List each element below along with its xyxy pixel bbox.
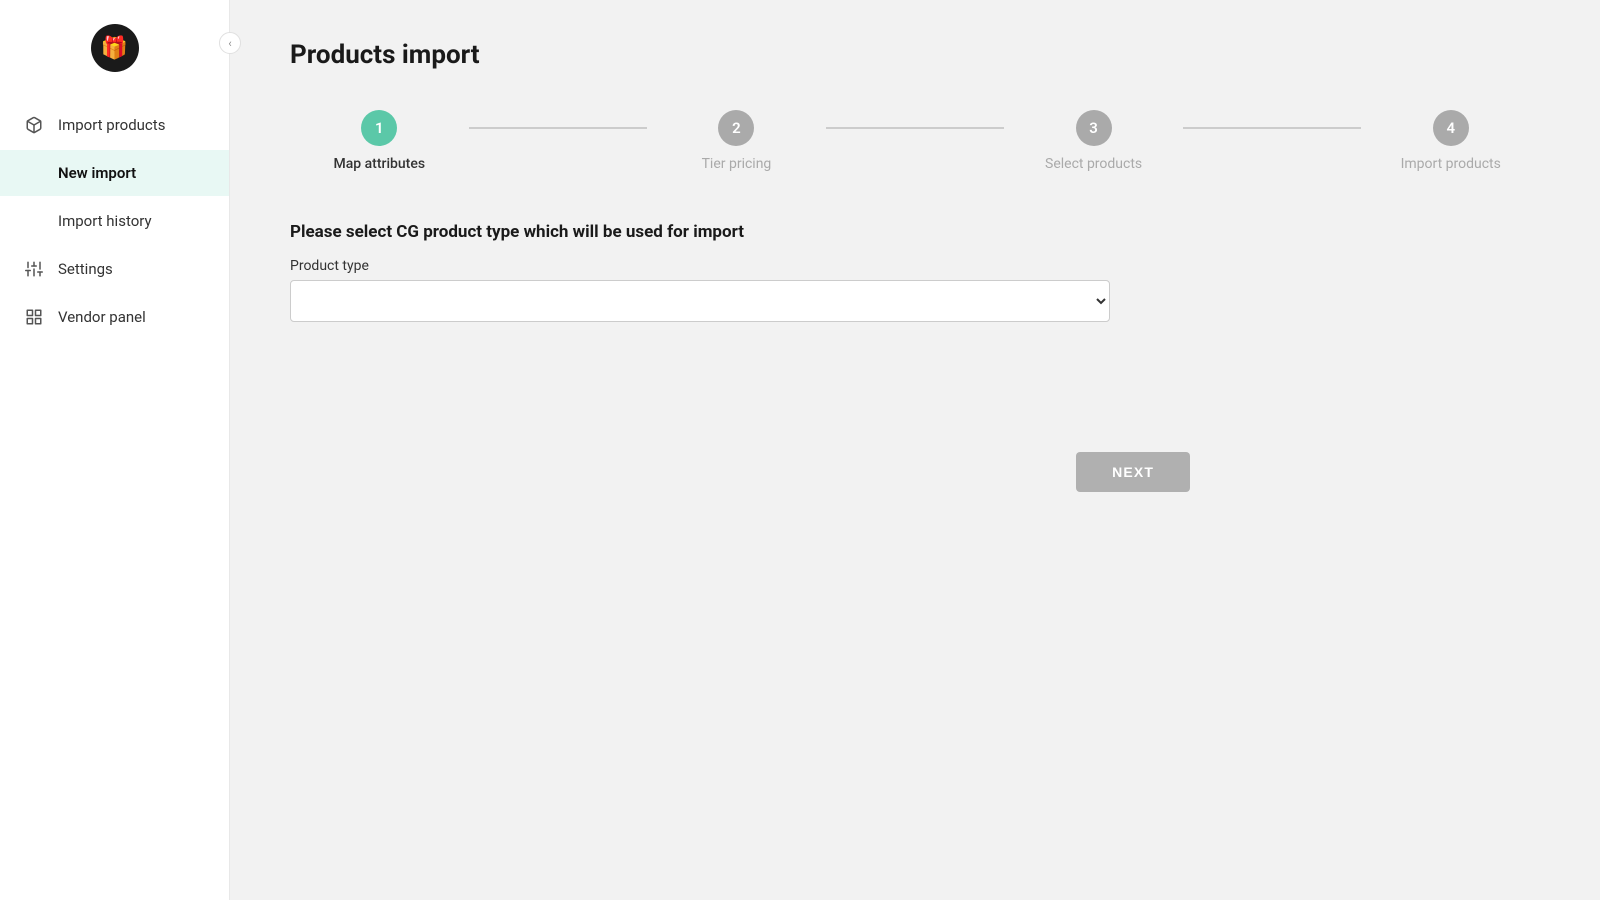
new-import-icon	[24, 163, 44, 183]
sidebar-nav: Import products New import Import histor…	[0, 102, 229, 340]
sidebar-item-new-import[interactable]: New import	[0, 150, 229, 196]
connector-1-2	[469, 127, 648, 129]
import-history-icon	[24, 211, 44, 231]
step-4-label: Import products	[1401, 156, 1501, 172]
step-1-circle: 1	[361, 110, 397, 146]
step-select-products: 3 Select products	[1004, 110, 1183, 172]
sidebar-logo: 🎁	[0, 0, 229, 92]
page-title: Products import	[290, 40, 1540, 70]
connector-3-4	[1183, 127, 1362, 129]
collapse-button[interactable]: ‹	[219, 32, 241, 54]
sidebar-item-label: Vendor panel	[58, 308, 146, 326]
main-content: Products import 1 Map attributes 2 Tier …	[230, 0, 1600, 900]
sidebar-item-vendor-panel[interactable]: Vendor panel	[0, 294, 229, 340]
sidebar-item-import-history[interactable]: Import history	[0, 198, 229, 244]
next-button[interactable]: NEXT	[1076, 452, 1190, 492]
form-heading: Please select CG product type which will…	[290, 222, 1190, 242]
stepper: 1 Map attributes 2 Tier pricing 3 Select…	[290, 110, 1540, 172]
step-4-circle: 4	[1433, 110, 1469, 146]
form-section: Please select CG product type which will…	[290, 222, 1190, 322]
product-type-select[interactable]	[290, 280, 1110, 322]
step-map-attributes: 1 Map attributes	[290, 110, 469, 172]
sliders-icon	[24, 259, 44, 279]
grid-icon	[24, 307, 44, 327]
product-type-label: Product type	[290, 258, 1190, 274]
sidebar-item-import-products[interactable]: Import products	[0, 102, 229, 148]
step-2-circle: 2	[718, 110, 754, 146]
step-3-circle: 3	[1076, 110, 1112, 146]
step-1-label: Map attributes	[334, 156, 426, 172]
connector-2-3	[826, 127, 1005, 129]
step-import-products: 4 Import products	[1361, 110, 1540, 172]
step-tier-pricing: 2 Tier pricing	[647, 110, 826, 172]
step-3-label: Select products	[1045, 156, 1142, 172]
package-icon	[24, 115, 44, 135]
footer-actions: NEXT	[290, 452, 1190, 492]
step-2-label: Tier pricing	[702, 156, 772, 172]
sidebar-item-label: New import	[58, 164, 136, 182]
sidebar-item-label: Import history	[58, 212, 152, 230]
sidebar-item-label: Import products	[58, 116, 165, 134]
sidebar-item-settings[interactable]: Settings	[0, 246, 229, 292]
sidebar-item-label: Settings	[58, 260, 113, 278]
sidebar: 🎁 ‹ Import products New import Import hi…	[0, 0, 230, 900]
logo-icon: 🎁	[91, 24, 139, 72]
